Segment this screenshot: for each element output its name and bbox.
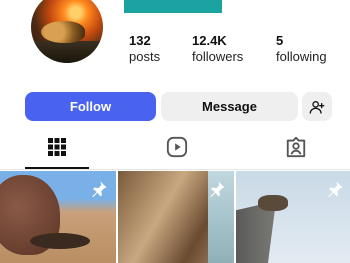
- stat-followers[interactable]: 12.4K followers: [192, 33, 243, 65]
- post-image-animal: [30, 233, 90, 249]
- tagged-icon: [286, 136, 306, 158]
- posts-count: 132: [129, 33, 151, 48]
- add-user-button[interactable]: [302, 92, 332, 121]
- header-accent-bar: [124, 0, 222, 13]
- avatar-leopard: [41, 21, 85, 43]
- following-label: following: [276, 49, 327, 64]
- reels-icon: [166, 136, 188, 158]
- following-count: 5: [276, 33, 284, 48]
- pin-icon: [210, 181, 225, 198]
- followers-label: followers: [192, 49, 244, 64]
- post-image-ibex: [258, 195, 288, 211]
- tabs-divider: [0, 169, 350, 170]
- add-user-icon: [309, 100, 325, 114]
- followers-count: 12.4K: [192, 33, 227, 48]
- message-button[interactable]: Message: [161, 92, 298, 121]
- tab-reels[interactable]: [164, 134, 190, 160]
- posts-label: posts: [129, 49, 161, 64]
- grid-icon: [48, 138, 66, 156]
- follow-button[interactable]: Follow: [25, 92, 156, 121]
- pin-icon: [92, 181, 107, 198]
- avatar[interactable]: [31, 0, 103, 63]
- avatar-ground: [31, 41, 103, 63]
- pin-icon: [328, 181, 343, 198]
- tab-grid[interactable]: [44, 134, 70, 160]
- stat-following[interactable]: 5 following: [276, 33, 327, 65]
- tab-tagged[interactable]: [283, 134, 309, 160]
- stat-posts[interactable]: 132 posts: [129, 33, 160, 65]
